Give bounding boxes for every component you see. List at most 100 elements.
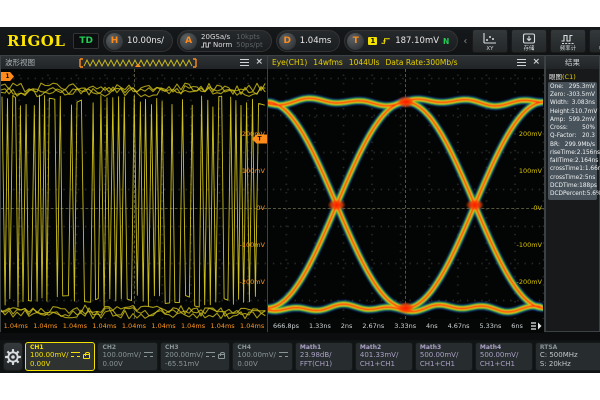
- math-card-math3[interactable]: Math3500.00mV/CH1+CH1: [415, 342, 473, 371]
- trigger-status-badge[interactable]: TD: [73, 33, 99, 49]
- measurement-row: DCDPercent:5.6%: [550, 191, 595, 198]
- waveform-x-tick: 1.04ms: [92, 322, 116, 330]
- math-card-math2[interactable]: Math2401.33mV/CH1+CH1: [355, 342, 413, 371]
- waveform-x-tick: 1.04ms: [122, 322, 146, 330]
- menu-button-xy[interactable]: XY: [472, 29, 508, 53]
- channel-offset: 0.00V: [237, 360, 287, 368]
- rigol-logo: RIGOL: [3, 32, 69, 50]
- rtsa-center-freq: C: 500MHz: [540, 351, 600, 359]
- t-knob[interactable]: T: [347, 33, 364, 50]
- waveform-plot[interactable]: 1 T 200mV100mV0V-100mV-200mV: [1, 69, 267, 319]
- menu-button-dvm[interactable]: 电压表: [589, 29, 600, 53]
- horizontal-position-thumbnail[interactable]: [78, 58, 198, 68]
- eye-x-tick: 6ns: [511, 322, 523, 330]
- eye-view-header[interactable]: Eye(CH1) 14wfms 1044UIs Data Rate:300Mb/…: [268, 56, 544, 69]
- oscilloscope-ui: RIGOL TD H 10.00ns/ A 20GSa/s Norm 10kpt…: [0, 27, 600, 373]
- lock-icon: [83, 354, 90, 359]
- settings-button[interactable]: [3, 342, 23, 371]
- waveform-x-tick: 1.04ms: [181, 322, 205, 330]
- channel-card-ch1[interactable]: CH1100.00mV/0.00V: [25, 342, 95, 371]
- measurement-label: BR:: [550, 142, 560, 149]
- menu-label: 频率计: [560, 46, 576, 51]
- eye-close-icon[interactable]: ×: [532, 58, 540, 67]
- channel-card-ch2[interactable]: CH2100.00mV/0.00V: [97, 342, 157, 371]
- counter-icon: [560, 31, 576, 45]
- menu-button-storage[interactable]: 存储: [511, 29, 547, 53]
- measurement-label: fallTime:: [550, 158, 575, 165]
- waveform-y-tick: 200mV: [242, 131, 265, 138]
- eye-x-tick: 2ns: [341, 322, 353, 330]
- math-card-math1[interactable]: Math123.98dB/FFT(CH1): [295, 342, 353, 371]
- math-scale: 500.00mV/: [480, 351, 528, 359]
- eye-measurements-box: One:295.3mVZero:-303.5mVWidth:3.083nsHei…: [548, 82, 597, 200]
- channel-card-ch4[interactable]: CH4100.00mV/0.00V: [232, 342, 292, 371]
- acquisition-group[interactable]: A 20GSa/s Norm 10kpts 50ps/pt: [177, 30, 272, 52]
- eye-xaxis: 666.8ps1.33ns2ns2.67ns3.33ns4ns4.67ns5.3…: [268, 319, 544, 333]
- eye-menu-icon[interactable]: [517, 59, 526, 66]
- eye-view-title: Eye(CH1): [272, 58, 307, 67]
- measurement-value: 5ns: [585, 175, 595, 182]
- measurement-label: DCDPercent:: [550, 191, 587, 198]
- waveform-x-tick: 1.04ms: [151, 322, 175, 330]
- measurement-value: 2.156ns: [577, 150, 600, 157]
- measurement-value: 5.6%: [587, 191, 600, 198]
- measurement-row: crossTime2:5ns: [550, 175, 595, 182]
- rtsa-span: S: 20kHz: [540, 360, 600, 368]
- waveform-view-pane: 波形视图 ×: [0, 55, 268, 332]
- eye-x-tick: 4ns: [426, 322, 438, 330]
- measurement-label: Q-Factor:: [550, 133, 576, 140]
- waveform-y-tick: -200mV: [239, 279, 265, 286]
- measurement-value: -303.5mV: [567, 92, 595, 99]
- menu-label: 存储: [524, 46, 535, 51]
- results-panel: 结果 眼图(C1) One:295.3mVZero:-303.5mVWidth:…: [545, 55, 600, 332]
- eye-ui-count: 1044UIs: [349, 58, 380, 67]
- waveform-menu-icon[interactable]: [240, 59, 249, 66]
- waveform-y-tick: 100mV: [242, 168, 265, 175]
- eye-wfms-count: 14wfms: [313, 58, 343, 67]
- menu-scroll-left-icon[interactable]: ‹: [462, 36, 468, 47]
- menu-button-counter[interactable]: 频率计: [550, 29, 586, 53]
- measurement-label: crossTime2:: [550, 175, 585, 182]
- results-tab[interactable]: 眼图(C1): [546, 69, 599, 82]
- measurement-label: One:: [550, 84, 564, 91]
- eye-y-tick: -100mV: [516, 242, 542, 249]
- trigger-source-badge: 1: [368, 37, 377, 45]
- measurement-row: Height:510.7mV: [550, 109, 595, 116]
- channel-offset: -65.51mV: [165, 360, 225, 368]
- h-knob[interactable]: H: [106, 33, 123, 50]
- delay-group[interactable]: D 1.04ms: [276, 30, 341, 52]
- horizontal-group[interactable]: H 10.00ns/: [103, 30, 173, 52]
- eye-y-tick: 100mV: [519, 168, 542, 175]
- trigger-level-value: 187.10mV: [395, 36, 439, 46]
- channel-card-ch3[interactable]: CH3200.00mV/-65.51mV: [160, 342, 230, 371]
- measurement-value: 2.164ns: [575, 158, 598, 165]
- measurement-row: Q-Factor:20.3: [550, 133, 595, 140]
- rtsa-card[interactable]: RTSAC: 500MHzS: 20kHz: [535, 342, 600, 371]
- expand-icon[interactable]: [529, 320, 542, 331]
- trigger-group[interactable]: T 1 187.10mV N: [344, 30, 458, 52]
- waveform-y-tick: 0V: [256, 205, 265, 212]
- trigger-noise-flag: N: [443, 37, 449, 46]
- acq-depth-info: 10kpts 50ps/pt: [236, 33, 263, 49]
- time-resolution: 50ps/pt: [236, 41, 263, 49]
- math-expression: CH1+CH1: [420, 360, 468, 368]
- menu-label: XY: [487, 46, 494, 51]
- eye-y-tick: 0V: [533, 205, 542, 212]
- xy-icon: [482, 31, 498, 45]
- math-scale: 401.33mV/: [360, 351, 408, 359]
- waveform-x-tick: 1.04ms: [240, 322, 264, 330]
- waveform-view-header[interactable]: 波形视图 ×: [1, 56, 267, 69]
- waveform-close-icon[interactable]: ×: [255, 58, 263, 67]
- d-knob[interactable]: D: [279, 33, 296, 50]
- measurement-label: crossTime1:: [550, 166, 585, 173]
- a-knob[interactable]: A: [180, 33, 197, 50]
- measurement-label: riseTime:: [550, 150, 577, 157]
- eye-x-tick: 1.33ns: [309, 322, 331, 330]
- gear-icon: [4, 348, 22, 366]
- measurement-value: 50%: [582, 125, 595, 132]
- measurement-row: fallTime:2.164ns: [550, 158, 595, 165]
- eye-plot[interactable]: 200mV100mV0V-100mV-200mV: [268, 69, 544, 319]
- math-card-math4[interactable]: Math4500.00mV/CH1+CH1: [475, 342, 533, 371]
- h-scale-value: 10.00ns/: [127, 36, 164, 46]
- eye-x-tick: 666.8ps: [273, 322, 299, 330]
